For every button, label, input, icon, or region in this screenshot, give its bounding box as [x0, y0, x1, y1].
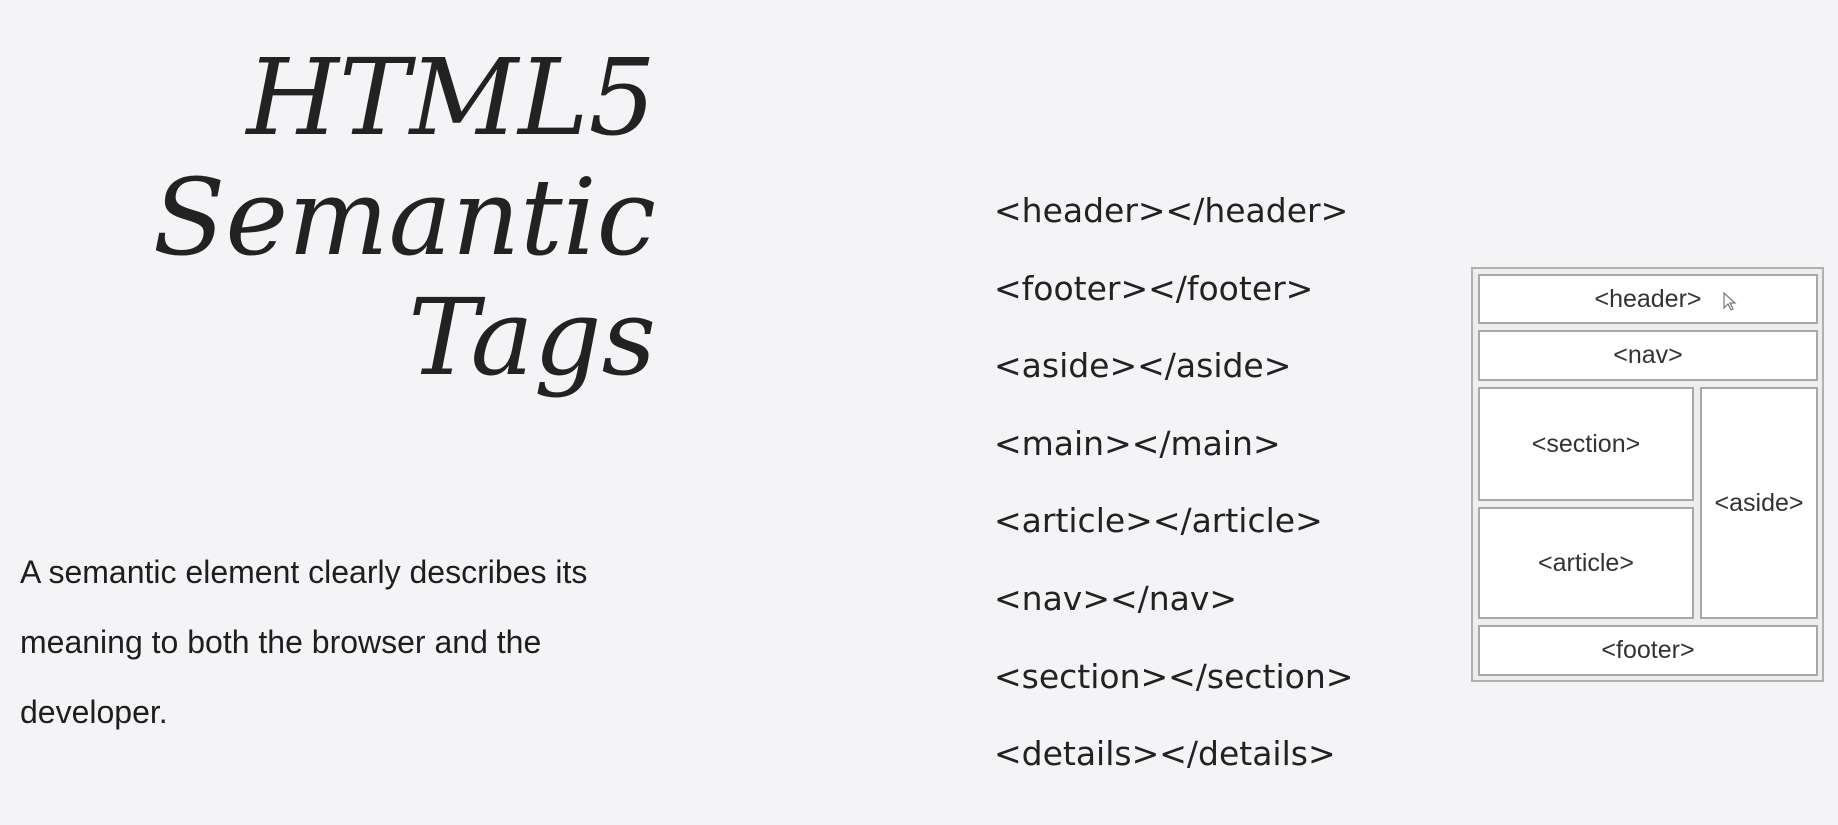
diagram-article-box: <article>: [1478, 507, 1694, 619]
diagram-header-box: <header>: [1478, 274, 1818, 324]
mouse-pointer-icon: [1723, 291, 1737, 311]
tag-list-item: <nav></nav>: [994, 578, 1238, 618]
slide-title: HTML5 Semantic Tags: [153, 38, 656, 398]
title-line: Tags: [408, 276, 656, 399]
title-line: HTML5: [246, 36, 656, 159]
diagram-aside-box: <aside>: [1700, 387, 1818, 619]
diagram-nav-box: <nav>: [1478, 330, 1818, 381]
title-line: Semantic: [152, 156, 656, 279]
description-text: A semantic element clearly describes its…: [20, 554, 588, 730]
tag-list: <header></header> <footer></footer> <asi…: [994, 188, 1353, 809]
tag-list-item: <details></details>: [994, 734, 1336, 774]
tag-list-item: <main></main>: [994, 423, 1281, 463]
tag-list-item: <section></section>: [994, 656, 1354, 696]
diagram-section-box: <section>: [1478, 387, 1694, 501]
tag-list-item: <aside></aside>: [994, 346, 1292, 386]
diagram-footer-box: <footer>: [1478, 625, 1818, 676]
tag-list-item: <header></header>: [994, 191, 1349, 230]
tag-list-item: <article></article>: [994, 501, 1323, 541]
tag-list-item: <footer></footer>: [994, 268, 1314, 308]
